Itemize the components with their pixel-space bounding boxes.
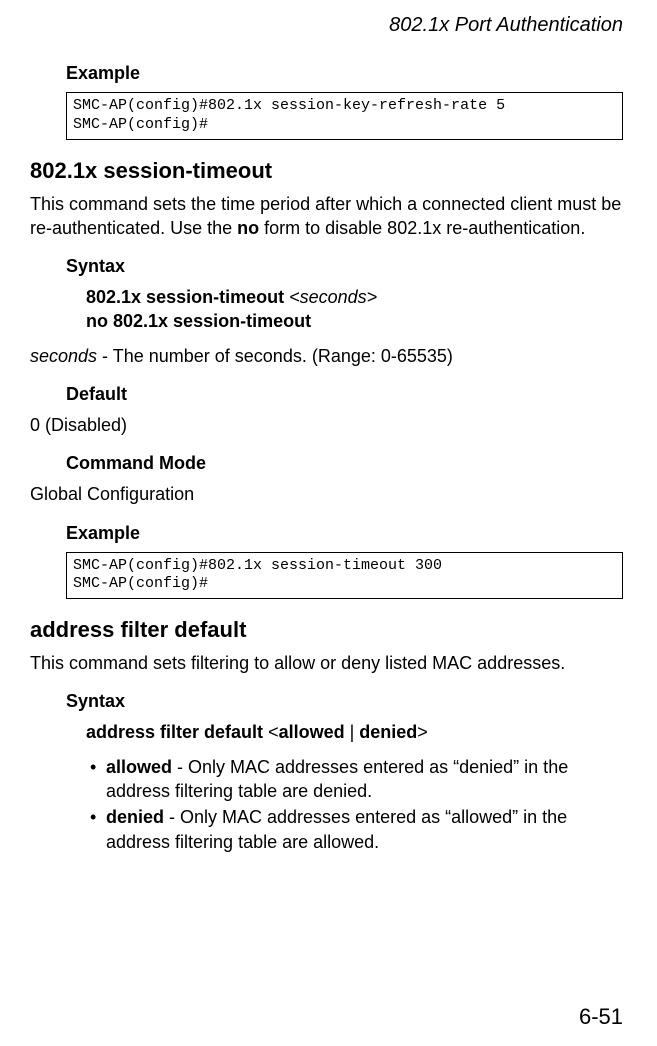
- s1-default-val: 0 (Disabled): [30, 413, 623, 437]
- s2-b2b: - Only MAC addresses entered as “allowed…: [106, 807, 567, 851]
- s1-syntax-line1: 802.1x session-timeout <seconds>: [86, 285, 623, 309]
- s2-sc: allowed: [279, 722, 345, 742]
- s2-sa: address filter default: [86, 722, 268, 742]
- s2-b1a: allowed: [106, 757, 172, 777]
- s1-param-a: seconds: [30, 346, 97, 366]
- s2-sd: |: [345, 722, 360, 742]
- section2-title: address filter default: [30, 617, 623, 643]
- s1-ex-code: SMC-AP(config)#802.1x session-timeout 30…: [66, 552, 623, 600]
- page: 802.1x Port Authentication Example SMC-A…: [0, 0, 657, 1046]
- example1-label: Example: [66, 63, 623, 84]
- s1-desc-b: no: [237, 218, 259, 238]
- section2-desc: This command sets filtering to allow or …: [30, 651, 623, 675]
- example1-code: SMC-AP(config)#802.1x session-key-refres…: [66, 92, 623, 140]
- s1-mode-label: Command Mode: [66, 453, 623, 474]
- s2-bullet2: denied - Only MAC addresses entered as “…: [90, 805, 623, 854]
- section1-desc: This command sets the time period after …: [30, 192, 623, 241]
- s2-syntax-line: address filter default <allowed | denied…: [86, 720, 623, 744]
- s2-b2a: denied: [106, 807, 164, 827]
- s1-desc-c: form to disable 802.1x re-authentication…: [259, 218, 585, 238]
- s2-sb: <: [268, 722, 279, 742]
- s2-b1b: - Only MAC addresses entered as “denied”…: [106, 757, 568, 801]
- s1-param: seconds - The number of seconds. (Range:…: [30, 344, 623, 368]
- s1-param-b: - The number of seconds. (Range: 0-65535…: [97, 346, 453, 366]
- s1-syntax-label: Syntax: [66, 256, 623, 277]
- section1-title: 802.1x session-timeout: [30, 158, 623, 184]
- page-number: 6-51: [579, 1004, 623, 1030]
- s1-default-label: Default: [66, 384, 623, 405]
- s1-syntax-cmd1a: 802.1x session-timeout: [86, 287, 289, 307]
- s1-syntax-cmd1b: <seconds>: [289, 287, 377, 307]
- s2-sf: >: [417, 722, 428, 742]
- s1-mode-val: Global Configuration: [30, 482, 623, 506]
- s2-se: denied: [359, 722, 417, 742]
- s1-ex-label: Example: [66, 523, 623, 544]
- s2-syntax-label: Syntax: [66, 691, 623, 712]
- running-header: 802.1x Port Authentication: [30, 14, 623, 37]
- s1-syntax-line2: no 802.1x session-timeout: [86, 309, 623, 333]
- s2-bullet1: allowed - Only MAC addresses entered as …: [90, 755, 623, 804]
- s2-bullets: allowed - Only MAC addresses entered as …: [30, 755, 623, 854]
